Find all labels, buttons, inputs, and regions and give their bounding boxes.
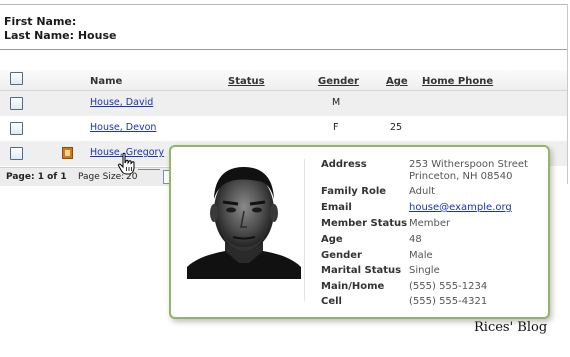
gender-value: Male (409, 250, 433, 261)
member-detail-popup: Address 253 Witherspoon Street Princeton… (169, 145, 550, 319)
popup-divider (304, 159, 305, 301)
page-size-underline (138, 169, 160, 170)
family-role-label: Family Role (321, 186, 387, 197)
person-card-icon[interactable] (62, 147, 73, 159)
cell-phone-label: Cell (321, 296, 342, 307)
age-cell: 25 (390, 122, 403, 133)
row-checkbox[interactable] (10, 97, 23, 110)
cell-phone-value: (555) 555-4321 (409, 296, 488, 307)
column-header-home-phone[interactable]: Home Phone (422, 76, 493, 87)
table-row: House, David M (0, 91, 567, 116)
member-photo (185, 159, 303, 279)
member-name-link[interactable]: House, David (90, 97, 153, 108)
pager-bar: Page: 1 of 1 Page Size: 20 (0, 167, 173, 186)
section-divider (0, 49, 567, 50)
marital-status-label: Marital Status (321, 265, 402, 276)
family-role-value: Adult (409, 186, 436, 197)
hand-pointer-cursor (117, 152, 135, 175)
email-link[interactable]: house@example.org (409, 202, 512, 214)
main-home-phone-label: Main/Home (321, 281, 385, 292)
address-line-1: 253 Witherspoon Street (409, 159, 528, 170)
grid-header: Name Status Gender Age Home Phone (0, 70, 567, 91)
blog-watermark: Rices' Blog (474, 320, 548, 335)
email-label: Email (321, 202, 352, 213)
member-name-link[interactable]: House, Devon (90, 122, 156, 133)
address-line-2: Princeton, NH 08540 (409, 171, 513, 182)
search-summary: First Name: Last Name: House (4, 15, 116, 43)
gender-label: Gender (321, 250, 362, 261)
row-checkbox[interactable] (10, 147, 23, 160)
marital-status-value: Single (409, 265, 440, 276)
member-status-value: Member (409, 218, 451, 229)
gender-cell: M (332, 97, 341, 108)
age-label: Age (321, 234, 343, 245)
gender-cell: F (333, 122, 339, 133)
column-header-status[interactable]: Status (228, 76, 265, 87)
main-home-phone-value: (555) 555-1234 (409, 281, 488, 292)
address-label: Address (321, 159, 367, 170)
page-status: Page: 1 of 1 (6, 172, 67, 182)
age-value: 48 (409, 234, 422, 245)
table-row: House, Devon F 25 (0, 116, 567, 141)
member-status-label: Member Status (321, 218, 408, 229)
row-checkbox[interactable] (10, 122, 23, 135)
last-name-criteria: Last Name: House (4, 29, 117, 42)
column-header-age[interactable]: Age (386, 76, 408, 87)
first-name-criteria: First Name: (4, 15, 77, 28)
select-all-checkbox[interactable] (10, 72, 23, 85)
top-divider (0, 4, 567, 5)
column-header-gender[interactable]: Gender (318, 76, 359, 87)
right-divider (567, 4, 568, 184)
column-header-name[interactable]: Name (90, 76, 122, 87)
